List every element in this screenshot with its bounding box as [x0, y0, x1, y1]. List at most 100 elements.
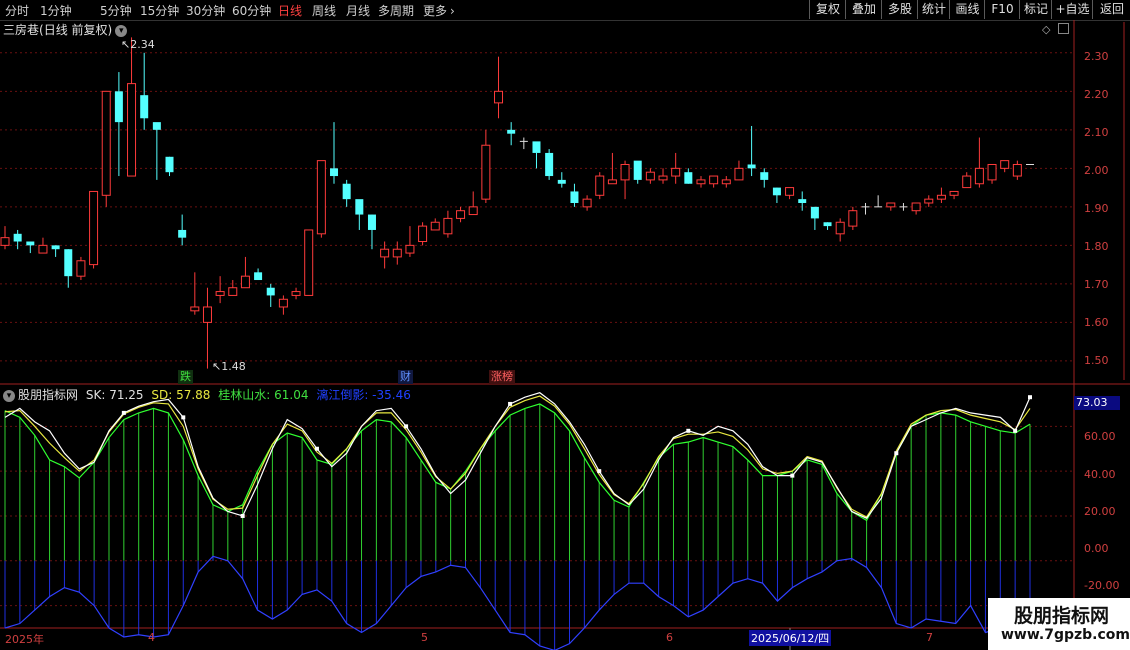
candle-body: [481, 144, 491, 200]
guilin-line: [4, 403, 1031, 522]
candle: [76, 256, 86, 281]
candle: [848, 206, 858, 230]
candle: [330, 122, 339, 184]
event-tag-fall[interactable]: 跌: [178, 370, 193, 384]
candle-body: [545, 152, 554, 177]
candle-body: [810, 206, 819, 219]
indicator-title: ▾ 股朋指标网 SK: 71.25 SD: 57.88 桂林山水: 61.04 漓…: [3, 386, 411, 403]
lijiang-line: [4, 555, 1031, 650]
candle-body: [89, 190, 99, 266]
sk-marker: [790, 473, 795, 478]
candle-body: [456, 210, 466, 219]
candle: [89, 190, 99, 269]
candle: [190, 272, 200, 315]
candle-body: [101, 90, 111, 196]
candle: [886, 202, 896, 211]
candle: [519, 137, 528, 150]
sk-marker: [404, 424, 409, 429]
candle-body: [633, 160, 642, 180]
candle: [987, 163, 997, 184]
date-label: 5: [421, 631, 428, 644]
guilin-value: 桂林山水: 61.04: [218, 388, 309, 402]
candle-body: [1012, 163, 1022, 177]
candle-body: [13, 233, 22, 242]
candle-body: [607, 179, 617, 185]
candle-body: [51, 245, 60, 250]
candle-body: [949, 190, 959, 196]
candle-body: [468, 206, 478, 216]
event-tag-top-gainer[interactable]: 涨榜: [489, 370, 515, 384]
candle-body: [140, 95, 149, 119]
sd-value: SD: 57.88: [151, 388, 211, 402]
candle: [456, 206, 466, 223]
candle: [785, 187, 795, 200]
candle-body: [114, 91, 123, 123]
candle: [874, 195, 883, 208]
sk-marker: [1013, 428, 1018, 433]
watermark-logo: 股朋指标网 www.7gpzb.com: [988, 598, 1130, 650]
price-tick: 2.30: [1084, 50, 1109, 63]
candle: [101, 90, 111, 207]
candle: [671, 152, 681, 184]
candle-body: [721, 179, 731, 185]
candle-body: [595, 175, 605, 196]
date-label: 4: [148, 631, 155, 644]
price-tick: 1.70: [1084, 278, 1109, 291]
sk-marker: [121, 410, 126, 415]
candle: [202, 287, 212, 369]
candle: [228, 280, 238, 296]
candle-body: [747, 164, 756, 169]
candle-body: [671, 167, 681, 177]
candle-body: [760, 172, 769, 180]
kline-chart[interactable]: [0, 0, 1130, 650]
candle: [342, 179, 351, 207]
candle: [254, 268, 263, 281]
candle-body: [380, 248, 390, 258]
candle-body: [785, 187, 795, 196]
candle-body: [0, 237, 10, 246]
candle-body: [798, 199, 807, 203]
watermark-url: www.7gpzb.com: [1001, 627, 1130, 643]
candle: [911, 202, 921, 215]
candle: [178, 214, 187, 246]
candle: [633, 160, 642, 184]
candle-body: [974, 167, 984, 185]
event-tag-finance[interactable]: 财: [398, 370, 413, 384]
candle-body: [127, 83, 137, 177]
candle: [443, 210, 453, 238]
high-price-value: 2.34: [130, 38, 155, 51]
candle-body: [316, 160, 326, 235]
candle-body: [911, 202, 921, 212]
price-tick: 2.10: [1084, 126, 1109, 139]
sk-marker: [686, 428, 691, 433]
current-indicator-value: 73.03: [1074, 396, 1120, 410]
sk-marker: [508, 401, 513, 406]
candle: [26, 241, 35, 254]
candle: [974, 137, 984, 188]
candle: [582, 195, 592, 211]
candle-body: [405, 244, 415, 254]
candle: [696, 176, 706, 188]
candle-body: [202, 306, 212, 323]
candle: [760, 168, 769, 188]
candle-body: [734, 167, 744, 181]
candle-body: [507, 129, 516, 134]
candle: [595, 172, 605, 200]
candle: [51, 245, 60, 257]
candle-body: [355, 199, 364, 215]
candle-body: [76, 260, 86, 277]
candle: [798, 191, 807, 211]
high-price-marker: ↖2.34: [121, 38, 155, 51]
candle-body: [38, 244, 48, 254]
candle-body: [418, 225, 428, 243]
candle: [215, 276, 225, 304]
candle-body: [848, 210, 858, 227]
watermark-title: 股朋指标网: [1014, 605, 1110, 627]
chevron-down-icon[interactable]: ▾: [3, 389, 15, 402]
candle: [734, 160, 744, 181]
indicator-tick: 20.00: [1084, 505, 1116, 518]
date-label: 2025年: [5, 633, 44, 646]
candle: [823, 222, 832, 230]
candle: [38, 237, 48, 254]
candle-body: [645, 171, 655, 181]
